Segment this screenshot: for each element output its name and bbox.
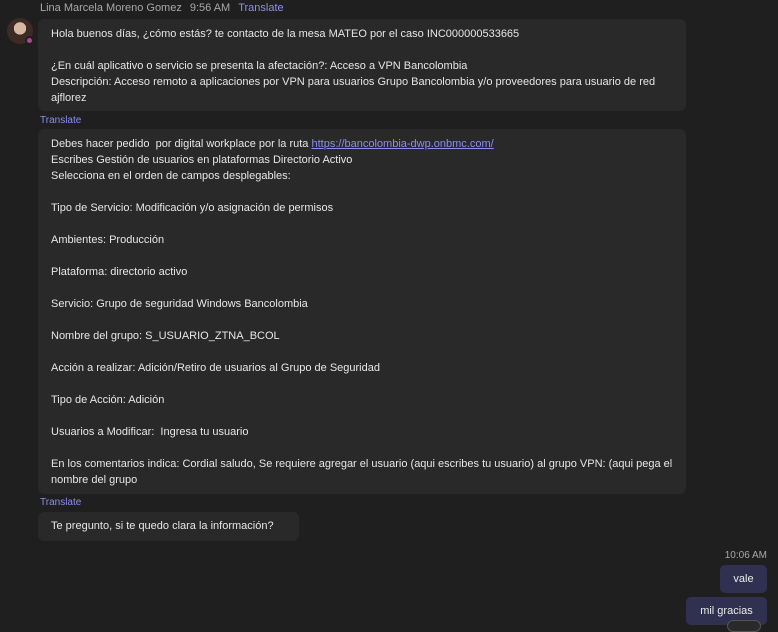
message-line: Tipo de Servicio: Modificación y/o asign… bbox=[51, 202, 334, 214]
message-line: Nombre del grupo: S_USUARIO_ZTNA_BCOL bbox=[51, 330, 280, 342]
my-message-time: 10:06 AM bbox=[724, 550, 767, 561]
message-line: Escribes Gestión de usuarios en platafor… bbox=[51, 154, 353, 166]
message-line: Hola buenos días, ¿cómo estás? te contac… bbox=[51, 28, 520, 40]
message-time: 9:56 AM bbox=[189, 2, 231, 14]
message-line bbox=[51, 216, 673, 232]
message-line: Usuarios a Modificar: Ingresa tu usuario bbox=[51, 426, 249, 438]
message-line: Acción a realizar: Adición/Retiro de usu… bbox=[51, 362, 380, 374]
message-line bbox=[51, 408, 673, 424]
sender-name: Lina Marcela Moreno Gomez bbox=[40, 2, 182, 14]
avatar[interactable] bbox=[7, 18, 34, 45]
message-line bbox=[51, 312, 673, 328]
message-line: Servicio: Grupo de seguridad Windows Ban… bbox=[51, 298, 308, 310]
my-message-bubble[interactable]: vale bbox=[720, 565, 767, 593]
message-line: ¿En cuál aplicativo o servicio se presen… bbox=[51, 60, 468, 72]
message-line bbox=[51, 248, 673, 264]
message-line: Tipo de Acción: Adición bbox=[51, 394, 165, 406]
message-line bbox=[51, 42, 673, 58]
presence-status-icon bbox=[25, 36, 34, 45]
message-line: Ambientes: Producción bbox=[51, 234, 165, 246]
translate-link[interactable]: Translate bbox=[238, 2, 283, 14]
message-line bbox=[51, 184, 673, 200]
message-line bbox=[51, 440, 673, 456]
message-header: Lina Marcela Moreno Gomez 9:56 AM Transl… bbox=[40, 2, 284, 14]
message-bubble[interactable]: Te pregunto, si te quedo clara la inform… bbox=[38, 512, 299, 541]
translate-link[interactable]: Translate bbox=[40, 497, 81, 508]
reaction-pill[interactable] bbox=[727, 620, 761, 632]
message-line: Descripción: Acceso remoto a aplicacione… bbox=[51, 76, 659, 104]
message-bubble[interactable]: Debes hacer pedido por digital workplace… bbox=[38, 129, 686, 494]
translate-link[interactable]: Translate bbox=[40, 115, 81, 126]
message-line: Debes hacer pedido por digital workplace… bbox=[51, 136, 673, 152]
message-line bbox=[51, 376, 673, 392]
message-line: En los comentarios indica: Cordial salud… bbox=[51, 458, 676, 486]
message-line: Selecciona en el orden de campos despleg… bbox=[51, 170, 291, 182]
message-line: Plataforma: directorio activo bbox=[51, 266, 188, 278]
dwp-link[interactable]: https://bancolombia-dwp.onbmc.com/ bbox=[311, 138, 493, 150]
message-bubble[interactable]: Hola buenos días, ¿cómo estás? te contac… bbox=[38, 19, 686, 111]
message-line bbox=[51, 280, 673, 296]
message-line bbox=[51, 344, 673, 360]
message-text: Debes hacer pedido por digital workplace… bbox=[51, 138, 312, 150]
message-line: Te pregunto, si te quedo clara la inform… bbox=[51, 520, 274, 532]
